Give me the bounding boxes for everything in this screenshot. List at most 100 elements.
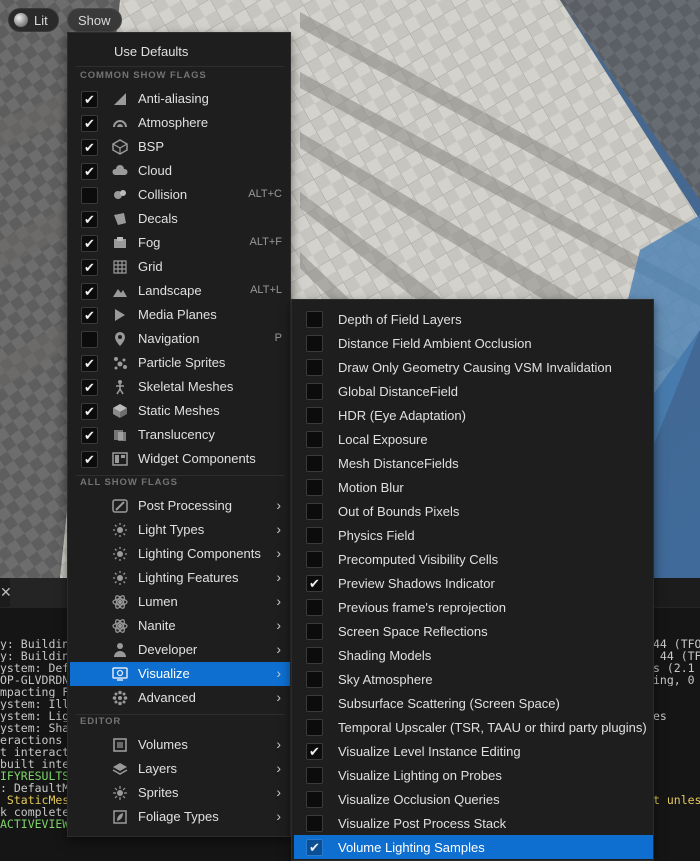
show-flag-widget-components[interactable]: ✔ Widget Components bbox=[70, 447, 290, 471]
checkbox[interactable] bbox=[306, 311, 323, 328]
show-flag-grid[interactable]: ✔ Grid bbox=[70, 255, 290, 279]
checkbox[interactable] bbox=[306, 383, 323, 400]
close-icon[interactable]: ✕ bbox=[0, 584, 12, 600]
show-flag-collision[interactable]: Collision ALT+C bbox=[70, 183, 290, 207]
visualize-item-preview-shadows-indicator[interactable]: ✔ Preview Shadows Indicator bbox=[294, 571, 653, 595]
checkbox[interactable]: ✔ bbox=[81, 91, 98, 108]
show-flag-anti-aliasing[interactable]: ✔ Anti-aliasing bbox=[70, 87, 290, 111]
show-flag-atmosphere[interactable]: ✔ Atmosphere bbox=[70, 111, 290, 135]
show-flag-navigation[interactable]: Navigation P bbox=[70, 327, 290, 351]
submenu-lighting-features[interactable]: Lighting Features › bbox=[70, 566, 290, 590]
checkbox[interactable]: ✔ bbox=[81, 211, 98, 228]
submenu-foliage-types[interactable]: Foliage Types › bbox=[70, 805, 290, 829]
checkbox[interactable]: ✔ bbox=[81, 379, 98, 396]
checkbox[interactable]: ✔ bbox=[81, 139, 98, 156]
checkbox[interactable]: ✔ bbox=[81, 355, 98, 372]
submenu-visualize[interactable]: Visualize › bbox=[70, 662, 290, 686]
show-menu-button[interactable]: Show bbox=[67, 8, 122, 32]
checkbox[interactable]: ✔ bbox=[306, 839, 323, 856]
visualize-item-precomputed-visibility-cells[interactable]: Precomputed Visibility Cells bbox=[294, 547, 653, 571]
show-flag-fog[interactable]: ✔ Fog ALT+F bbox=[70, 231, 290, 255]
visualize-item-visualize-occlusion-queries[interactable]: Visualize Occlusion Queries bbox=[294, 787, 653, 811]
checkbox[interactable] bbox=[81, 331, 98, 348]
submenu-lighting-components[interactable]: Lighting Components › bbox=[70, 542, 290, 566]
show-flag-skeletal-meshes[interactable]: ✔ Skeletal Meshes bbox=[70, 375, 290, 399]
visualize-item-draw-only-geometry-causing-vsm-invalidation[interactable]: Draw Only Geometry Causing VSM Invalidat… bbox=[294, 355, 653, 379]
show-flag-particle-sprites[interactable]: ✔ Particle Sprites bbox=[70, 351, 290, 375]
checkbox[interactable] bbox=[306, 359, 323, 376]
volumes-icon bbox=[112, 737, 128, 753]
visualize-item-volume-lighting-samples[interactable]: ✔ Volume Lighting Samples bbox=[294, 835, 653, 859]
submenu-light-types[interactable]: Light Types › bbox=[70, 518, 290, 542]
checkbox[interactable] bbox=[306, 455, 323, 472]
checkbox[interactable] bbox=[306, 815, 323, 832]
submenu-volumes[interactable]: Volumes › bbox=[70, 733, 290, 757]
checkbox[interactable]: ✔ bbox=[81, 427, 98, 444]
checkbox[interactable] bbox=[306, 767, 323, 784]
visualize-item-temporal-upscaler-tsr-taau-or-third-party-plugins[interactable]: Temporal Upscaler (TSR, TAAU or third pa… bbox=[294, 715, 653, 739]
checkbox[interactable] bbox=[306, 695, 323, 712]
checkbox[interactable]: ✔ bbox=[81, 235, 98, 252]
visualize-item-sky-atmosphere[interactable]: Sky Atmosphere bbox=[294, 667, 653, 691]
visualize-item-label: Preview Shadows Indicator bbox=[338, 576, 495, 591]
checkbox[interactable]: ✔ bbox=[81, 115, 98, 132]
visualize-item-mesh-distancefields[interactable]: Mesh DistanceFields bbox=[294, 451, 653, 475]
submenu-layers[interactable]: Layers › bbox=[70, 757, 290, 781]
show-flag-landscape[interactable]: ✔ Landscape ALT+L bbox=[70, 279, 290, 303]
checkbox[interactable] bbox=[306, 503, 323, 520]
checkbox[interactable] bbox=[306, 479, 323, 496]
lit-view-mode-button[interactable]: Lit bbox=[8, 8, 59, 32]
submenu-sprites[interactable]: Sprites › bbox=[70, 781, 290, 805]
visualize-item-visualize-level-instance-editing[interactable]: ✔ Visualize Level Instance Editing bbox=[294, 739, 653, 763]
visualize-item-depth-of-field-layers[interactable]: Depth of Field Layers bbox=[294, 307, 653, 331]
checkbox[interactable] bbox=[306, 599, 323, 616]
checkbox[interactable] bbox=[81, 187, 98, 204]
show-flag-static-meshes[interactable]: ✔ Static Meshes bbox=[70, 399, 290, 423]
visualize-item-visualize-post-process-stack[interactable]: Visualize Post Process Stack bbox=[294, 811, 653, 835]
checkbox[interactable] bbox=[306, 791, 323, 808]
visualize-item-subsurface-scattering-screen-space[interactable]: Subsurface Scattering (Screen Space) bbox=[294, 691, 653, 715]
checkbox[interactable] bbox=[306, 527, 323, 544]
visualize-item-physics-field[interactable]: Physics Field bbox=[294, 523, 653, 547]
visualize-item-shading-models[interactable]: Shading Models bbox=[294, 643, 653, 667]
checkbox[interactable] bbox=[306, 623, 323, 640]
checkbox[interactable]: ✔ bbox=[306, 743, 323, 760]
submenu-nanite[interactable]: Nanite › bbox=[70, 614, 290, 638]
use-defaults-item[interactable]: Use Defaults bbox=[70, 40, 290, 64]
checkbox[interactable]: ✔ bbox=[81, 451, 98, 468]
checkbox[interactable]: ✔ bbox=[81, 307, 98, 324]
checkbox[interactable]: ✔ bbox=[306, 575, 323, 592]
show-flag-translucency[interactable]: ✔ Translucency bbox=[70, 423, 290, 447]
visualize-item-distance-field-ambient-occlusion[interactable]: Distance Field Ambient Occlusion bbox=[294, 331, 653, 355]
checkbox[interactable] bbox=[306, 551, 323, 568]
submenu-developer[interactable]: Developer › bbox=[70, 638, 290, 662]
visualize-item-global-distancefield[interactable]: Global DistanceField bbox=[294, 379, 653, 403]
output-log-tab[interactable] bbox=[10, 578, 68, 608]
shortcut-label: ALT+L bbox=[250, 284, 282, 296]
checkbox[interactable]: ✔ bbox=[81, 283, 98, 300]
checkbox[interactable] bbox=[306, 335, 323, 352]
show-flag-media-planes[interactable]: ✔ Media Planes bbox=[70, 303, 290, 327]
checkbox[interactable] bbox=[306, 431, 323, 448]
visualize-item-motion-blur[interactable]: Motion Blur bbox=[294, 475, 653, 499]
visualize-item-local-exposure[interactable]: Local Exposure bbox=[294, 427, 653, 451]
visualize-item-out-of-bounds-pixels[interactable]: Out of Bounds Pixels bbox=[294, 499, 653, 523]
show-flag-bsp[interactable]: ✔ BSP bbox=[70, 135, 290, 159]
checkbox[interactable] bbox=[306, 407, 323, 424]
checkbox[interactable] bbox=[306, 671, 323, 688]
show-flag-decals[interactable]: ✔ Decals bbox=[70, 207, 290, 231]
show-flag-cloud[interactable]: ✔ Cloud bbox=[70, 159, 290, 183]
checkbox[interactable]: ✔ bbox=[81, 403, 98, 420]
checkbox[interactable]: ✔ bbox=[81, 259, 98, 276]
visualize-item-hdr-eye-adaptation[interactable]: HDR (Eye Adaptation) bbox=[294, 403, 653, 427]
visualize-item-previous-frame-s-reprojection[interactable]: Previous frame's reprojection bbox=[294, 595, 653, 619]
checkbox[interactable] bbox=[306, 647, 323, 664]
checkbox[interactable] bbox=[306, 719, 323, 736]
visualize-item-screen-space-reflections[interactable]: Screen Space Reflections bbox=[294, 619, 653, 643]
submenu-lumen[interactable]: Lumen › bbox=[70, 590, 290, 614]
submenu-post-processing[interactable]: Post Processing › bbox=[70, 494, 290, 518]
visualize-item-visualize-lighting-on-probes[interactable]: Visualize Lighting on Probes bbox=[294, 763, 653, 787]
submenu-advanced[interactable]: Advanced › bbox=[70, 686, 290, 710]
checkbox[interactable]: ✔ bbox=[81, 163, 98, 180]
